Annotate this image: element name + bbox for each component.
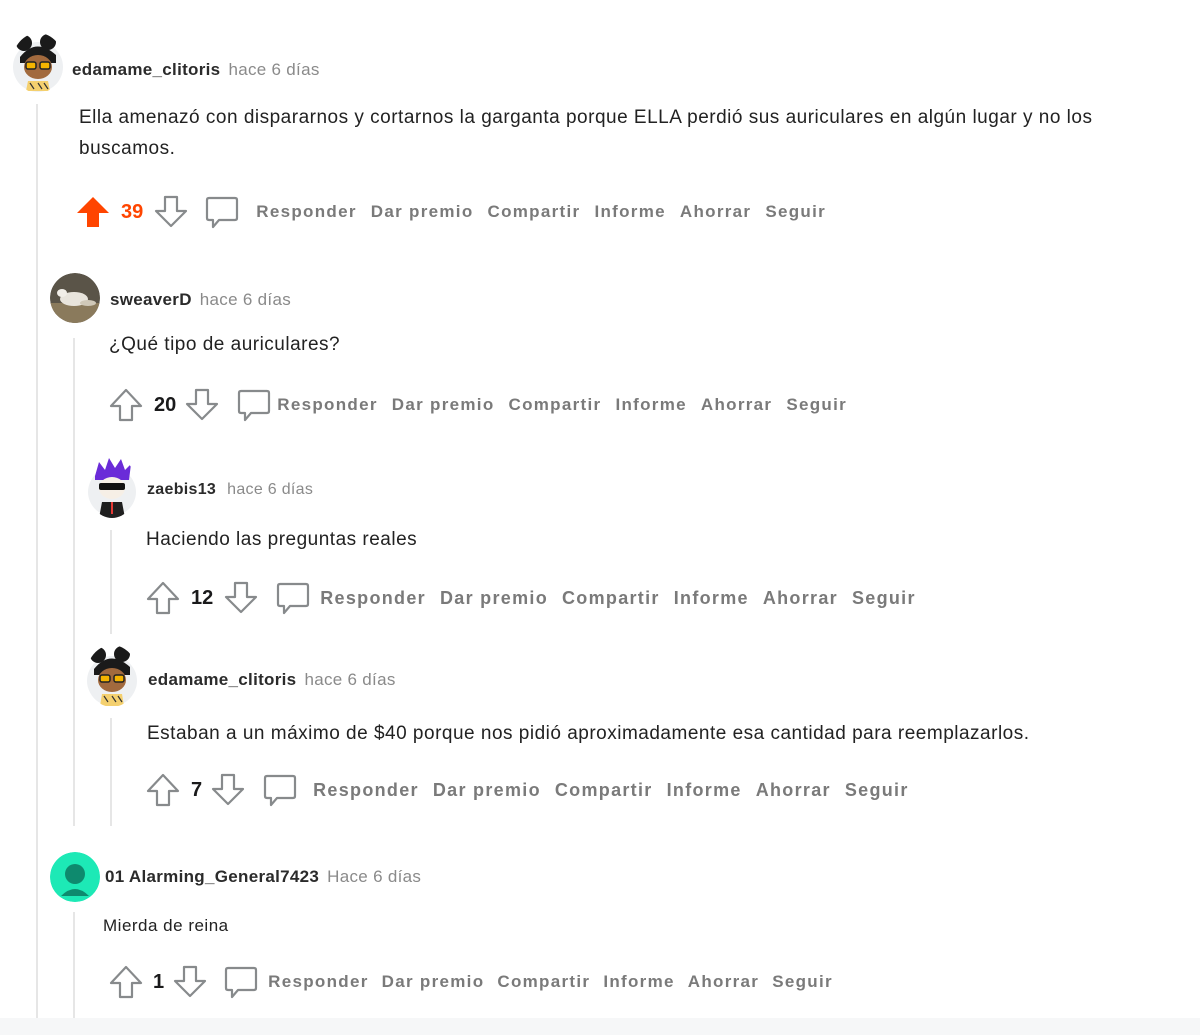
follow-button[interactable]: Seguir xyxy=(786,395,847,415)
award-button[interactable]: Dar premio xyxy=(440,588,548,609)
reply-button[interactable]: Responder xyxy=(256,202,357,222)
downvote-icon[interactable] xyxy=(184,387,220,423)
comment-bubble-icon[interactable] xyxy=(205,194,239,230)
upvote-icon[interactable] xyxy=(145,580,181,616)
follow-button[interactable]: Seguir xyxy=(845,780,909,801)
reply-button[interactable]: Responder xyxy=(313,780,419,801)
score: 20 xyxy=(154,393,177,416)
save-button[interactable]: Ahorrar xyxy=(688,972,759,992)
award-button[interactable]: Dar premio xyxy=(382,972,485,992)
comment-actions: 20 Responder Dar premio Compartir Inform… xyxy=(108,385,847,425)
comment-meta: 01 Alarming_General7423 Hace 6 días xyxy=(105,867,421,887)
reply-button[interactable]: Responder xyxy=(268,972,369,992)
share-button[interactable]: Compartir xyxy=(509,395,602,415)
comment-body: Ella amenazó con dispararnos y cortarnos… xyxy=(79,107,1093,159)
report-button[interactable]: Informe xyxy=(667,780,742,801)
avatar[interactable] xyxy=(50,273,100,323)
thread-line[interactable] xyxy=(73,912,75,1018)
award-button[interactable]: Dar premio xyxy=(392,395,495,415)
avatar[interactable] xyxy=(87,456,137,518)
comment-actions: 1 Responder Dar premio Compartir Informe… xyxy=(108,962,833,1002)
share-button[interactable]: Compartir xyxy=(562,588,660,609)
score: 1 xyxy=(153,970,165,993)
comment-meta: edamame_clitoris hace 6 días xyxy=(72,60,320,80)
timestamp[interactable]: hace 6 días xyxy=(228,60,319,80)
comment-actions: 12 Responder Dar premio Compartir Inform… xyxy=(145,578,916,618)
follow-button[interactable]: Seguir xyxy=(765,202,826,222)
save-button[interactable]: Ahorrar xyxy=(680,202,751,222)
downvote-icon[interactable] xyxy=(172,964,208,1000)
username[interactable]: edamame_clitoris xyxy=(72,60,220,80)
reply-button[interactable]: Responder xyxy=(277,395,378,415)
timestamp[interactable]: hace 6 días xyxy=(227,481,313,499)
downvote-icon[interactable] xyxy=(153,194,189,230)
award-button[interactable]: Dar premio xyxy=(371,202,474,222)
score: 7 xyxy=(191,778,203,801)
score: 39 xyxy=(121,200,144,223)
comment-body: Mierda de reina xyxy=(103,916,229,935)
comment-body: Haciendo las preguntas reales xyxy=(146,529,418,550)
upvote-icon[interactable] xyxy=(145,772,181,808)
thread-line[interactable] xyxy=(73,338,75,826)
follow-button[interactable]: Seguir xyxy=(772,972,833,992)
save-button[interactable]: Ahorrar xyxy=(763,588,838,609)
comment-actions: 39 Responder Dar premio Compartir Inform… xyxy=(75,192,826,232)
report-button[interactable]: Informe xyxy=(674,588,749,609)
comment-body: ¿Qué tipo de auriculares? xyxy=(109,334,341,355)
report-button[interactable]: Informe xyxy=(615,395,686,415)
avatar[interactable] xyxy=(86,645,138,707)
share-button[interactable]: Compartir xyxy=(488,202,581,222)
comment-bubble-icon[interactable] xyxy=(263,772,297,808)
downvote-icon[interactable] xyxy=(223,580,259,616)
save-button[interactable]: Ahorrar xyxy=(701,395,772,415)
report-button[interactable]: Informe xyxy=(594,202,665,222)
report-button[interactable]: Informe xyxy=(603,972,674,992)
avatar[interactable] xyxy=(50,852,100,902)
thread-line[interactable] xyxy=(110,530,112,634)
upvote-icon[interactable] xyxy=(75,194,111,230)
follow-button[interactable]: Seguir xyxy=(852,588,916,609)
username[interactable]: sweaverD xyxy=(110,290,192,310)
username[interactable]: edamame_clitoris xyxy=(148,670,296,690)
comment-actions: 7 Responder Dar premio Compartir Informe… xyxy=(145,770,909,810)
comment-bubble-icon[interactable] xyxy=(224,964,258,1000)
timestamp[interactable]: Hace 6 días xyxy=(327,867,421,887)
award-button[interactable]: Dar premio xyxy=(433,780,541,801)
comment-meta: edamame_clitoris hace 6 días xyxy=(148,670,396,690)
timestamp[interactable]: hace 6 días xyxy=(304,670,395,690)
downvote-icon[interactable] xyxy=(210,772,246,808)
comment-bubble-icon[interactable] xyxy=(237,387,271,423)
username[interactable]: zaebis13 xyxy=(147,481,216,499)
upvote-icon[interactable] xyxy=(108,387,144,423)
thread-line[interactable] xyxy=(36,104,38,1018)
comment-bubble-icon[interactable] xyxy=(276,580,310,616)
comment-meta: zaebis13 hace 6 días xyxy=(147,481,313,499)
page-footer-strip xyxy=(0,1018,1200,1035)
comment-body: Estaban a un máximo de $40 porque nos pi… xyxy=(147,723,1030,744)
share-button[interactable]: Compartir xyxy=(555,780,653,801)
comment-meta: sweaverD hace 6 días xyxy=(110,290,291,310)
timestamp[interactable]: hace 6 días xyxy=(200,290,291,310)
avatar[interactable] xyxy=(12,33,64,93)
reply-button[interactable]: Responder xyxy=(320,588,426,609)
score: 12 xyxy=(191,586,214,609)
upvote-icon[interactable] xyxy=(108,964,144,1000)
share-button[interactable]: Compartir xyxy=(497,972,590,992)
save-button[interactable]: Ahorrar xyxy=(756,780,831,801)
username[interactable]: 01 Alarming_General7423 xyxy=(105,867,319,887)
thread-line[interactable] xyxy=(110,718,112,826)
